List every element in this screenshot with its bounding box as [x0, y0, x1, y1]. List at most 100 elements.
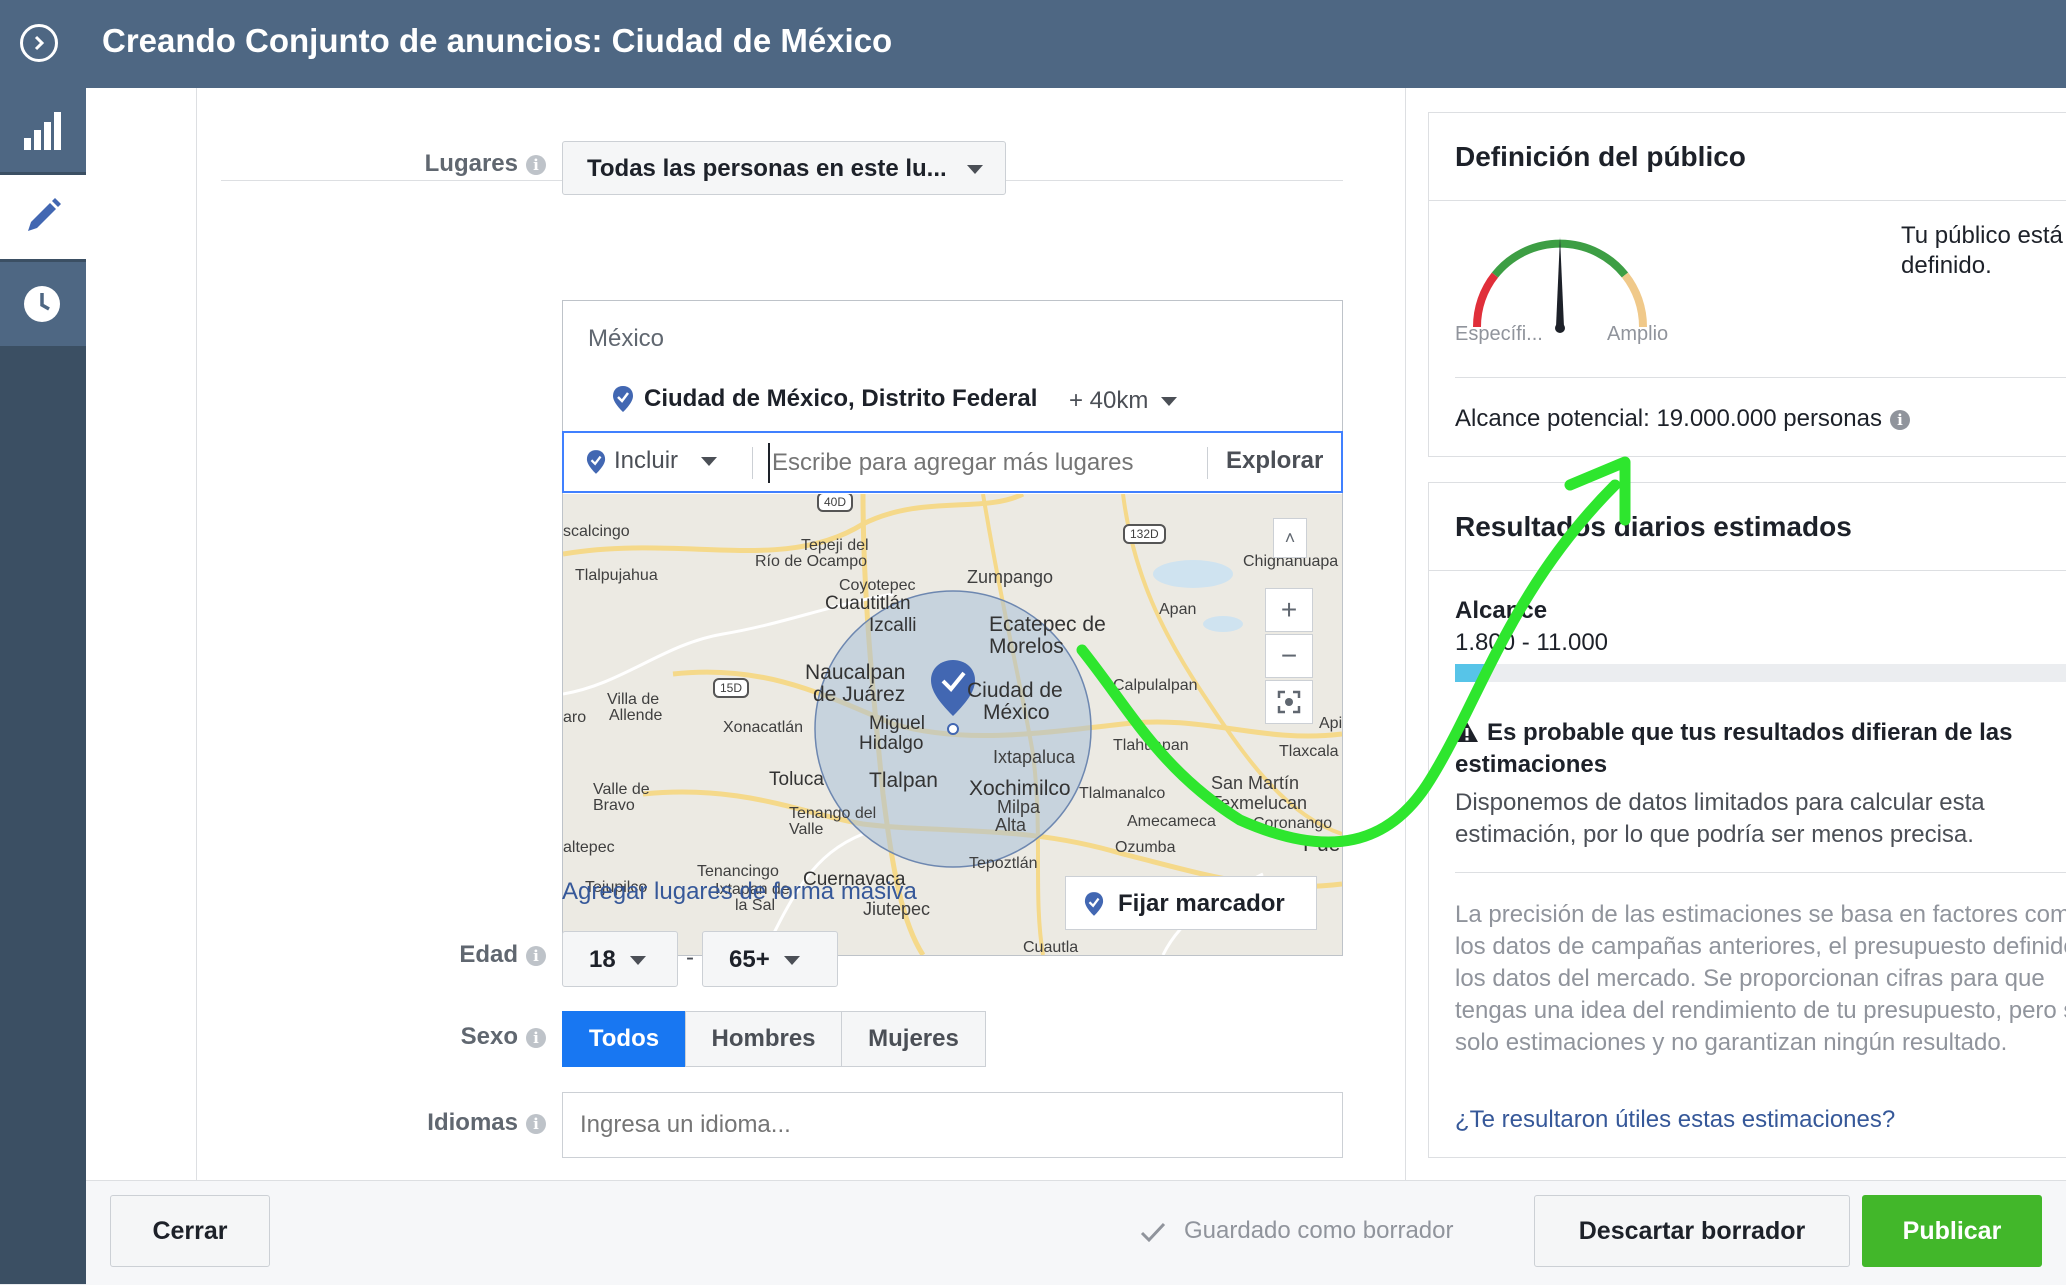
- age-min-dropdown[interactable]: 18: [562, 931, 678, 987]
- map-label: Ixtapaluca: [993, 747, 1076, 767]
- sidebar-item-history[interactable]: [0, 262, 86, 346]
- map-label: Tlalpan: [869, 769, 938, 792]
- chevron-down-icon: [967, 165, 984, 175]
- audience-card-title: Definición del público: [1455, 141, 1746, 172]
- map-label: Bravo: [593, 797, 635, 814]
- divider: [752, 447, 753, 479]
- places-audience-dropdown[interactable]: Todas las personas en este lu...: [562, 141, 1006, 195]
- selected-location: Ciudad de México, Distrito Federal: [644, 385, 1038, 412]
- map-label: Izcalli: [869, 615, 917, 636]
- audience-definition-card: Definición del público Específi... Ampli…: [1428, 112, 2066, 457]
- map-label: Toluca: [769, 769, 824, 790]
- map-label: Cuautla: [1023, 939, 1079, 956]
- discard-draft-button[interactable]: Descartar borrador: [1534, 1195, 1850, 1267]
- map-label: Allende: [609, 707, 663, 724]
- divider: [1429, 200, 2066, 201]
- map-label: Alta: [995, 815, 1027, 835]
- info-icon[interactable]: i: [526, 1027, 546, 1048]
- radius-value: + 40km: [1069, 387, 1149, 414]
- gauge-label-specific: Específi...: [1455, 323, 1543, 345]
- gender-option-all[interactable]: Todos: [562, 1011, 686, 1067]
- location-pin-icon: [1084, 892, 1104, 916]
- map-label: Ciudad de: [967, 679, 1063, 702]
- age-label-row: Edad i: [306, 941, 546, 969]
- estimate-disclaimer: La precisión de las estimaciones se basa…: [1455, 901, 2066, 1056]
- map-label: Valle: [789, 821, 824, 838]
- radius-dropdown[interactable]: + 40km: [1069, 387, 1178, 415]
- pin-marker-button[interactable]: Fijar marcador: [1065, 876, 1317, 930]
- top-bar: Creando Conjunto de anuncios: Ciudad de …: [0, 0, 2066, 88]
- audience-status: Tu público está definido.: [1901, 222, 2063, 279]
- age-min-value: 18: [589, 946, 616, 973]
- chevron-down-icon: [629, 956, 646, 966]
- map-label: Morelos: [989, 635, 1064, 658]
- bar-chart-icon: [24, 112, 61, 150]
- map-label: scalcingo: [563, 523, 630, 540]
- highway-shield: 15D: [713, 678, 750, 698]
- language-input[interactable]: [562, 1092, 1343, 1158]
- places-label-row: Lugares i: [306, 150, 546, 178]
- map-label: Coyotepec: [839, 577, 916, 594]
- languages-label: Idiomas: [427, 1109, 518, 1136]
- highway-shield: 40D: [817, 494, 854, 512]
- gender-option-women[interactable]: Mujeres: [841, 1011, 986, 1067]
- include-dropdown[interactable]: Incluir: [586, 447, 717, 475]
- age-max-dropdown[interactable]: 65+: [702, 931, 838, 987]
- chevron-down-icon: [700, 457, 717, 467]
- map-label: Tenango del: [789, 805, 877, 822]
- sidebar-item-reports[interactable]: [0, 88, 86, 172]
- close-button[interactable]: Cerrar: [110, 1195, 270, 1267]
- map-label: Zumpango: [967, 567, 1054, 587]
- left-sidebar: [0, 88, 86, 1284]
- map-label: Villa de: [607, 691, 660, 708]
- sidebar-item-edit[interactable]: [0, 175, 86, 259]
- divider: [1455, 872, 2066, 873]
- map-label: Río de Ocampo: [755, 553, 868, 570]
- map-label: Xochimilco: [969, 777, 1071, 800]
- potential-reach-row: Alcance potencial: 19.000.000 personas i: [1455, 405, 1910, 433]
- publish-button[interactable]: Publicar: [1862, 1195, 2042, 1267]
- divider: [1455, 377, 2066, 378]
- feedback-link[interactable]: ¿Te resultaron útiles estas estimaciones…: [1455, 1106, 1895, 1134]
- gender-label-row: Sexo i: [306, 1023, 546, 1051]
- info-icon[interactable]: i: [1889, 409, 1910, 430]
- gauge-label-broad: Amplio: [1607, 323, 1669, 345]
- expand-chevron-icon[interactable]: [20, 24, 58, 62]
- map-label: altepec: [563, 839, 615, 856]
- info-icon[interactable]: i: [526, 945, 546, 966]
- places-dropdown-value: Todas las personas en este lu...: [587, 155, 947, 182]
- location-pin-icon: [586, 449, 606, 474]
- map-label: México: [983, 701, 1050, 724]
- bulk-add-places-link[interactable]: Agregar lugares de forma masiva: [562, 878, 917, 906]
- pencil-icon: [28, 198, 61, 231]
- gender-label: Sexo: [460, 1023, 518, 1050]
- map-label: de Juárez: [813, 683, 906, 706]
- map-label: Hidalgo: [859, 733, 924, 754]
- map-label: Cuautitlán: [825, 593, 911, 614]
- gender-option-men[interactable]: Hombres: [685, 1011, 842, 1067]
- info-icon[interactable]: i: [526, 154, 546, 175]
- pin-marker-label: Fijar marcador: [1118, 890, 1285, 917]
- age-label: Edad: [459, 941, 518, 968]
- map-label: aro: [563, 709, 587, 726]
- page-title: Creando Conjunto de anuncios: Ciudad de …: [102, 22, 893, 59]
- footer-bar: Cerrar Guardado como borrador Descartar …: [86, 1180, 2066, 1285]
- map-label: Miguel: [869, 713, 925, 734]
- map-label: Tepeji del: [801, 537, 869, 554]
- map-label: Tlalpujahua: [575, 567, 658, 584]
- check-icon: [1140, 1222, 1166, 1243]
- include-label: Incluir: [614, 447, 679, 474]
- map-label: Valle de: [593, 781, 650, 798]
- chevron-down-icon: [783, 956, 800, 966]
- annotation-arrow: [1076, 456, 1631, 848]
- languages-label-row: Idiomas i: [306, 1109, 546, 1137]
- saved-draft-status: Guardado como borrador: [1184, 1217, 1454, 1244]
- potential-reach: Alcance potencial: 19.000.000 personas: [1455, 405, 1882, 432]
- country-label: México: [588, 325, 665, 352]
- age-max-value: 65+: [729, 946, 770, 973]
- info-icon[interactable]: i: [526, 1113, 546, 1134]
- age-separator: -: [686, 944, 694, 971]
- map-label: Naucalpan: [805, 661, 906, 684]
- clock-icon: [24, 286, 60, 322]
- map-label: Milpa: [997, 797, 1041, 817]
